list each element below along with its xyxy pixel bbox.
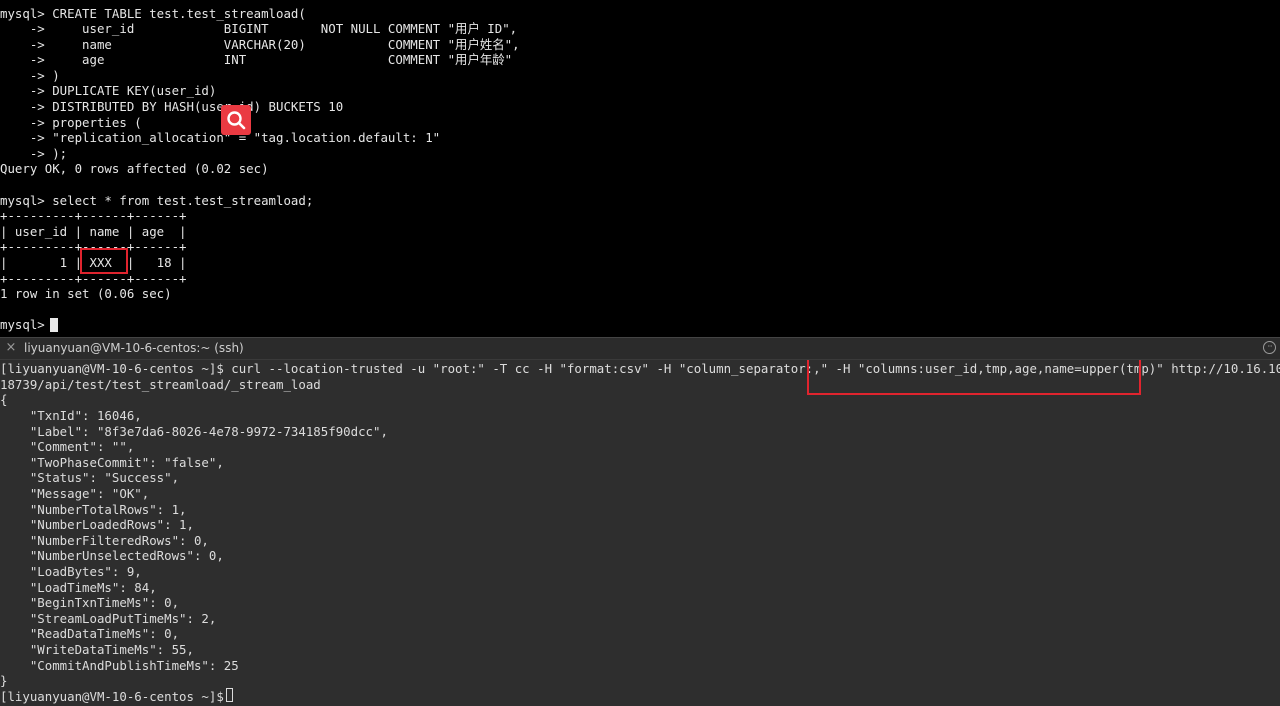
highlight-box-name-value — [80, 248, 128, 274]
terminal-line: "NumberFilteredRows": 0, — [0, 533, 209, 548]
terminal-line: "BeginTxnTimeMs": 0, — [0, 595, 180, 610]
terminal-line: | user_id | name | age | — [0, 224, 187, 239]
terminal-prompt: [liyuanyuan@VM-10-6-centos ~]$ — [0, 689, 232, 704]
highlight-box-columns-header — [807, 360, 1141, 395]
terminal-line: "Label": "8f3e7da6-8026-4e78-9972-734185… — [0, 424, 388, 439]
terminal-line: "Message": "OK", — [0, 486, 150, 501]
terminal-line: -> age INT COMMENT "用户年龄" — [0, 52, 513, 67]
terminal-cursor — [226, 688, 233, 702]
terminal-line: "LoadTimeMs": 84, — [0, 580, 157, 595]
terminal-prompt: mysql> — [0, 317, 53, 332]
terminal-line: +---------+------+------+ — [0, 208, 187, 223]
terminal-line: -> name VARCHAR(20) COMMENT "用户姓名", — [0, 37, 520, 52]
terminal-line: "Status": "Success", — [0, 470, 180, 485]
terminal-line: "TxnId": 16046, — [0, 408, 142, 423]
terminal-line: -> ); — [0, 146, 68, 161]
search-icon — [227, 111, 246, 130]
terminal-line: 18739/api/test/test_streamload/_stream_l… — [0, 377, 321, 392]
terminal-line: } — [0, 673, 8, 688]
terminal-line: "NumberUnselectedRows": 0, — [0, 548, 224, 563]
terminal-line: -> properties ( — [0, 115, 142, 130]
terminal-line: -> DISTRIBUTED BY HASH(user_id) BUCKETS … — [0, 99, 344, 114]
terminal-line: Query OK, 0 rows affected (0.02 sec) — [0, 161, 269, 176]
terminal-line: 1 row in set (0.06 sec) — [0, 286, 172, 301]
terminal-line: "NumberTotalRows": 1, — [0, 502, 187, 517]
terminal-line: "CommitAndPublishTimeMs": 25 — [0, 658, 239, 673]
terminal-line: "LoadBytes": 9, — [0, 564, 142, 579]
terminal-line: -> user_id BIGINT NOT NULL COMMENT "用户 I… — [0, 21, 518, 36]
terminal-line: mysql> select * from test.test_streamloa… — [0, 193, 314, 208]
terminal-line: "NumberLoadedRows": 1, — [0, 517, 194, 532]
terminal-line: "TwoPhaseCommit": "false", — [0, 455, 224, 470]
search-badge[interactable] — [221, 105, 251, 135]
terminal-line: "ReadDataTimeMs": 0, — [0, 626, 180, 641]
terminal-tab-bar: × liyuanyuan@VM-10-6-centos:~ (ssh) ··· — [0, 337, 1280, 360]
more-options-icon[interactable]: ··· — [1263, 341, 1276, 354]
top-terminal-pane[interactable]: mysql> CREATE TABLE test.test_streamload… — [0, 0, 1280, 336]
tab-title[interactable]: liyuanyuan@VM-10-6-centos:~ (ssh) — [24, 341, 244, 356]
bottom-terminal-pane[interactable]: [liyuanyuan@VM-10-6-centos ~]$ curl --lo… — [0, 360, 1280, 706]
terminal-line: -> ) — [0, 68, 60, 83]
close-icon[interactable]: × — [4, 341, 18, 355]
terminal-line: mysql> CREATE TABLE test.test_streamload… — [0, 6, 306, 21]
terminal-line: -> DUPLICATE KEY(user_id) — [0, 83, 217, 98]
terminal-cursor — [50, 318, 58, 332]
terminal-line: "WriteDataTimeMs": 55, — [0, 642, 194, 657]
terminal-line: "StreamLoadPutTimeMs": 2, — [0, 611, 217, 626]
terminal-line: "Comment": "", — [0, 439, 135, 454]
terminal-line: { — [0, 392, 8, 407]
